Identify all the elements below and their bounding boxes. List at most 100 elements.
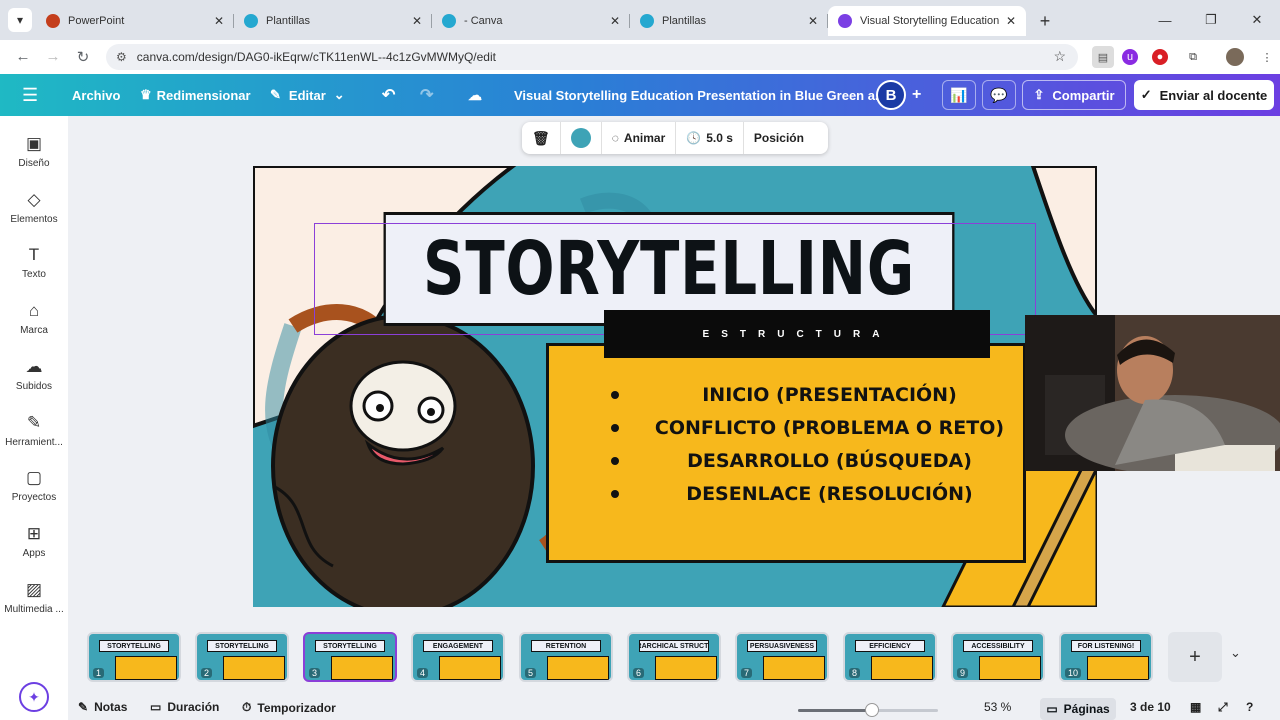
browser-tab[interactable]: Plantillas ✕ [630, 6, 828, 36]
duration-button[interactable]: 🕓 5.0 s [676, 122, 744, 154]
thumbnail-title: STORYTELLING [99, 640, 169, 652]
thumbnail-title: PERSUASIVENESS [747, 640, 817, 652]
url-bar[interactable]: ⚙ canva.com/design/DAG0-ikEqrw/cTK11enWL… [106, 44, 1078, 70]
thumbnail-title: STORYTELLING [315, 640, 385, 652]
page-thumbnail[interactable]: FOR LISTENING! 10 [1059, 632, 1153, 682]
sidebar-item-4[interactable]: ☁ Subidos [0, 357, 68, 392]
sidebar-item-6[interactable]: ▢ Proyectos [0, 468, 68, 503]
canva-icon [640, 14, 654, 28]
page-thumbnail[interactable]: EFFICIENCY 8 [843, 632, 937, 682]
add-collaborator-icon[interactable]: + [912, 74, 921, 116]
position-button[interactable]: Posición [744, 122, 814, 154]
notes-button[interactable]: ✎ Notas [78, 700, 127, 714]
thumbnail-number: 3 [309, 668, 321, 678]
bullet-text: DESARROLLO (BÚSQUEDA) [687, 449, 972, 472]
page-thumbnail[interactable]: ACCESSIBILITY 9 [951, 632, 1045, 682]
page-thumbnail[interactable]: HIERARCHICAL STRUCTURE 6 [627, 632, 721, 682]
avatar[interactable]: B [876, 80, 906, 110]
close-tab-icon[interactable]: ✕ [610, 14, 620, 28]
bookmark-star-icon[interactable]: ☆ [1053, 48, 1066, 65]
sidebar-item-8[interactable]: ▨ Multimedia ... [0, 580, 68, 615]
browser-tab[interactable]: Visual Storytelling Education Pre ✕ [828, 6, 1026, 36]
help-icon[interactable]: ? [1246, 700, 1253, 714]
slide-subtitle[interactable]: ESTRUCTURA [604, 310, 990, 358]
page-thumbnail[interactable]: STORYTELLING 1 [87, 632, 181, 682]
share-button[interactable]: ⇪ Compartir [1022, 80, 1126, 110]
close-tab-icon[interactable]: ✕ [214, 14, 224, 28]
close-tab-icon[interactable]: ✕ [1006, 14, 1016, 28]
animate-button[interactable]: ◌ Animar [602, 122, 677, 154]
sidebar-item-1[interactable]: ◇ Elementos [0, 190, 68, 225]
notes-label: Notas [94, 700, 128, 714]
element-context-toolbar: 🗑 ◌ Animar 🕓 5.0 s Posición [522, 122, 828, 154]
sidebar-item-label: Multimedia ... [4, 603, 64, 615]
send-to-teacher-button[interactable]: ✓ Enviar al docente [1134, 80, 1274, 110]
record-icon[interactable]: ● [1152, 49, 1168, 65]
zoom-level[interactable]: 53 % [984, 700, 1011, 714]
edit-label: Editar [288, 87, 326, 103]
thumbnail-content [223, 656, 285, 680]
comment-icon[interactable]: 💬 [982, 80, 1016, 110]
menu-kebab-icon[interactable]: ⋮ [1256, 46, 1278, 68]
resize-button[interactable]: ♛ Redimensionar [140, 74, 251, 116]
forward-icon[interactable]: → [38, 48, 68, 65]
cloud-saved-icon[interactable]: ☁ [468, 74, 482, 116]
thumbnail-title: HIERARCHICAL STRUCTURE [639, 640, 709, 652]
design-icon: ▣ [25, 134, 43, 153]
bullet-list[interactable]: INICIO (PRESENTACIÓN) CONFLICTO (PROBLEMA… [606, 378, 1026, 510]
timer-icon: ⏱ [242, 700, 252, 714]
reload-icon[interactable]: ↻ [68, 48, 98, 66]
color-picker-button[interactable] [561, 122, 602, 154]
grid-view-icon[interactable]: ▦ [1190, 700, 1201, 714]
new-tab-icon[interactable]: + [1032, 8, 1058, 34]
sidebar-item-0[interactable]: ▣ Diseño [0, 134, 68, 169]
bullet-text: CONFLICTO (PROBLEMA O RETO) [654, 416, 1005, 439]
chevron-down-icon[interactable]: ⌄ [1230, 645, 1241, 661]
shield-icon[interactable]: u [1122, 49, 1138, 65]
profile-avatar[interactable] [1226, 48, 1244, 66]
window-controls: — ❐ ✕ [1142, 0, 1280, 40]
tab-title: Plantillas [266, 15, 311, 27]
close-tab-icon[interactable]: ✕ [412, 14, 422, 28]
close-tab-icon[interactable]: ✕ [808, 14, 818, 28]
sidebar-item-3[interactable]: ⌂ Marca [0, 301, 68, 336]
redo-icon[interactable]: ↷ [420, 74, 433, 116]
file-menu-button[interactable]: Archivo [72, 74, 120, 116]
add-page-button[interactable]: + [1168, 632, 1222, 682]
magic-sparkle-icon[interactable]: ✦ [19, 682, 49, 712]
page-thumbnail[interactable]: ENGAGEMENT 4 [411, 632, 505, 682]
undo-icon[interactable]: ↶ [382, 74, 395, 116]
page-thumbnail[interactable]: STORYTELLING 3 [303, 632, 397, 682]
page-thumbnail[interactable]: STORYTELLING 2 [195, 632, 289, 682]
fullscreen-icon[interactable]: ⤢ [1218, 700, 1228, 715]
chevron-down-icon: ⌄ [333, 87, 345, 102]
editor-top-bar: ☰ Archivo ♛ Redimensionar ✎ Editar ⌄ ↶ ↷ ☁ … [0, 74, 1280, 116]
edit-button[interactable]: ✎ Editar ⌄ [270, 74, 345, 116]
browser-tab[interactable]: PowerPoint ✕ [36, 6, 234, 36]
site-info-icon[interactable]: ⚙ [116, 50, 127, 64]
menu-hamburger-icon[interactable]: ☰ [22, 74, 38, 116]
maximize-icon[interactable]: ❐ [1188, 12, 1234, 28]
pages-button[interactable]: ▭ Páginas [1040, 698, 1116, 720]
timer-button[interactable]: ⏱ Temporizador [242, 700, 336, 715]
delete-button[interactable]: 🗑 [522, 122, 561, 154]
document-title[interactable]: Visual Storytelling Education Presentati… [514, 74, 886, 116]
sidebar-item-7[interactable]: ⊞ Apps [0, 524, 68, 559]
bullet-item: DESARROLLO (BÚSQUEDA) [606, 444, 1026, 477]
puzzle-icon[interactable]: ⧉ [1182, 46, 1204, 68]
browser-tab[interactable]: - Canva ✕ [432, 6, 630, 36]
page-thumbnail[interactable]: PERSUASIVENESS 7 [735, 632, 829, 682]
insights-chart-icon[interactable]: 📊 [942, 80, 976, 110]
extension-icon[interactable]: ▤ [1092, 46, 1114, 68]
tab-search-button[interactable]: ▾ [8, 8, 32, 32]
duration-tool-button[interactable]: ▭ Duración [150, 700, 219, 714]
back-icon[interactable]: ← [8, 48, 38, 65]
browser-tab[interactable]: Plantillas ✕ [234, 6, 432, 36]
sidebar-item-2[interactable]: T Texto [0, 245, 68, 280]
zoom-slider[interactable] [798, 703, 938, 717]
sidebar-item-5[interactable]: ✎ Herramient... [0, 413, 68, 448]
close-window-icon[interactable]: ✕ [1234, 12, 1280, 28]
minimize-icon[interactable]: — [1142, 13, 1188, 28]
page-thumbnail[interactable]: RETENTION 5 [519, 632, 613, 682]
position-label: Posición [753, 131, 804, 145]
